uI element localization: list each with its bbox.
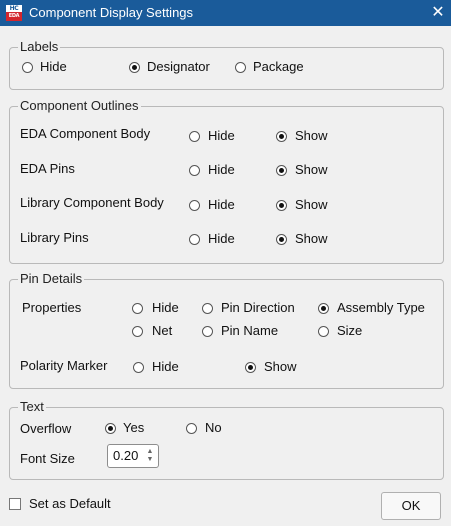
eda-pins-hide-radio[interactable] <box>189 165 200 176</box>
polarity-show-radio[interactable] <box>245 362 256 373</box>
properties-assembly-type-radio[interactable] <box>318 303 329 314</box>
properties-net-label: Net <box>152 323 173 338</box>
outlines-legend: Component Outlines <box>18 98 141 114</box>
font-size-label: Font Size <box>20 451 75 466</box>
overflow-no-label: No <box>205 420 222 435</box>
library-component-body-label: Library Component Body <box>20 195 164 210</box>
labels-hide-radio[interactable] <box>22 62 33 73</box>
library-component-body-show-radio[interactable] <box>276 200 287 211</box>
font-size-value[interactable]: 0.20 <box>113 448 138 464</box>
text-group: Text Overflow Yes No Font Size <box>9 399 444 480</box>
labels-designator-radio[interactable] <box>129 62 140 73</box>
properties-net-radio[interactable] <box>132 326 143 337</box>
labels-group: Labels Hide Designator Package <box>9 39 444 90</box>
polarity-hide-label: Hide <box>152 359 179 374</box>
set-as-default-checkbox[interactable] <box>9 498 21 510</box>
properties-label: Properties <box>22 300 82 315</box>
eda-pins-show-radio[interactable] <box>276 165 287 176</box>
properties-size-label: Size <box>337 323 363 338</box>
labels-legend: Labels <box>18 39 61 55</box>
app-logo-bottom-text: EDA <box>6 12 22 21</box>
properties-pin-name-radio[interactable] <box>202 326 213 337</box>
properties-assembly-type-label: Assembly Type <box>337 300 425 315</box>
properties-size-radio[interactable] <box>318 326 329 337</box>
library-pins-label: Library Pins <box>20 230 89 245</box>
eda-pins-hide-label: Hide <box>208 162 235 177</box>
title-bar: HC EDA Component Display Settings ✕ <box>0 0 451 26</box>
pin-details-legend: Pin Details <box>18 271 85 287</box>
library-pins-hide-radio[interactable] <box>189 234 200 245</box>
polarity-marker-label: Polarity Marker <box>20 358 108 373</box>
labels-package-radio[interactable] <box>235 62 246 73</box>
overflow-no-radio[interactable] <box>186 423 197 434</box>
component-outlines-group: Component Outlines EDA Component Body Hi… <box>9 98 444 264</box>
polarity-hide-radio[interactable] <box>133 362 144 373</box>
library-component-body-hide-label: Hide <box>208 197 235 212</box>
font-size-spin-arrows[interactable]: ▲ ▼ <box>145 448 155 464</box>
eda-component-body-show-label: Show <box>295 128 328 143</box>
set-as-default-label: Set as Default <box>29 496 111 511</box>
properties-hide-radio[interactable] <box>132 303 143 314</box>
library-component-body-show-label: Show <box>295 197 328 212</box>
text-legend: Text <box>18 399 46 415</box>
pin-details-group: Pin Details Properties Hide Pin Directio… <box>9 271 444 389</box>
eda-component-body-show-radio[interactable] <box>276 131 287 142</box>
polarity-show-label: Show <box>264 359 297 374</box>
close-icon[interactable]: ✕ <box>430 4 446 22</box>
properties-pin-name-label: Pin Name <box>221 323 279 338</box>
eda-component-body-label: EDA Component Body <box>20 126 151 141</box>
font-size-stepper[interactable]: 0.20 ▲ ▼ <box>107 444 159 468</box>
library-pins-show-radio[interactable] <box>276 234 287 245</box>
app-logo-icon: HC EDA <box>6 5 22 21</box>
overflow-label: Overflow <box>20 421 72 436</box>
window-title: Component Display Settings <box>29 5 194 20</box>
overflow-yes-radio[interactable] <box>105 423 116 434</box>
eda-component-body-hide-label: Hide <box>208 128 235 143</box>
eda-component-body-hide-radio[interactable] <box>189 131 200 142</box>
spin-down-icon[interactable]: ▼ <box>145 456 155 464</box>
eda-pins-label: EDA Pins <box>20 161 75 176</box>
overflow-yes-label: Yes <box>123 420 145 435</box>
labels-package-label: Package <box>253 59 304 74</box>
library-pins-hide-label: Hide <box>208 231 235 246</box>
labels-designator-label: Designator <box>147 59 210 74</box>
properties-pin-direction-label: Pin Direction <box>221 300 295 315</box>
library-pins-show-label: Show <box>295 231 328 246</box>
spin-up-icon[interactable]: ▲ <box>145 448 155 456</box>
labels-hide-label: Hide <box>40 59 67 74</box>
properties-hide-label: Hide <box>152 300 179 315</box>
app-logo-top-text: HC <box>6 5 22 12</box>
ok-button[interactable]: OK <box>381 492 441 520</box>
properties-pin-direction-radio[interactable] <box>202 303 213 314</box>
library-component-body-hide-radio[interactable] <box>189 200 200 211</box>
eda-pins-show-label: Show <box>295 162 328 177</box>
